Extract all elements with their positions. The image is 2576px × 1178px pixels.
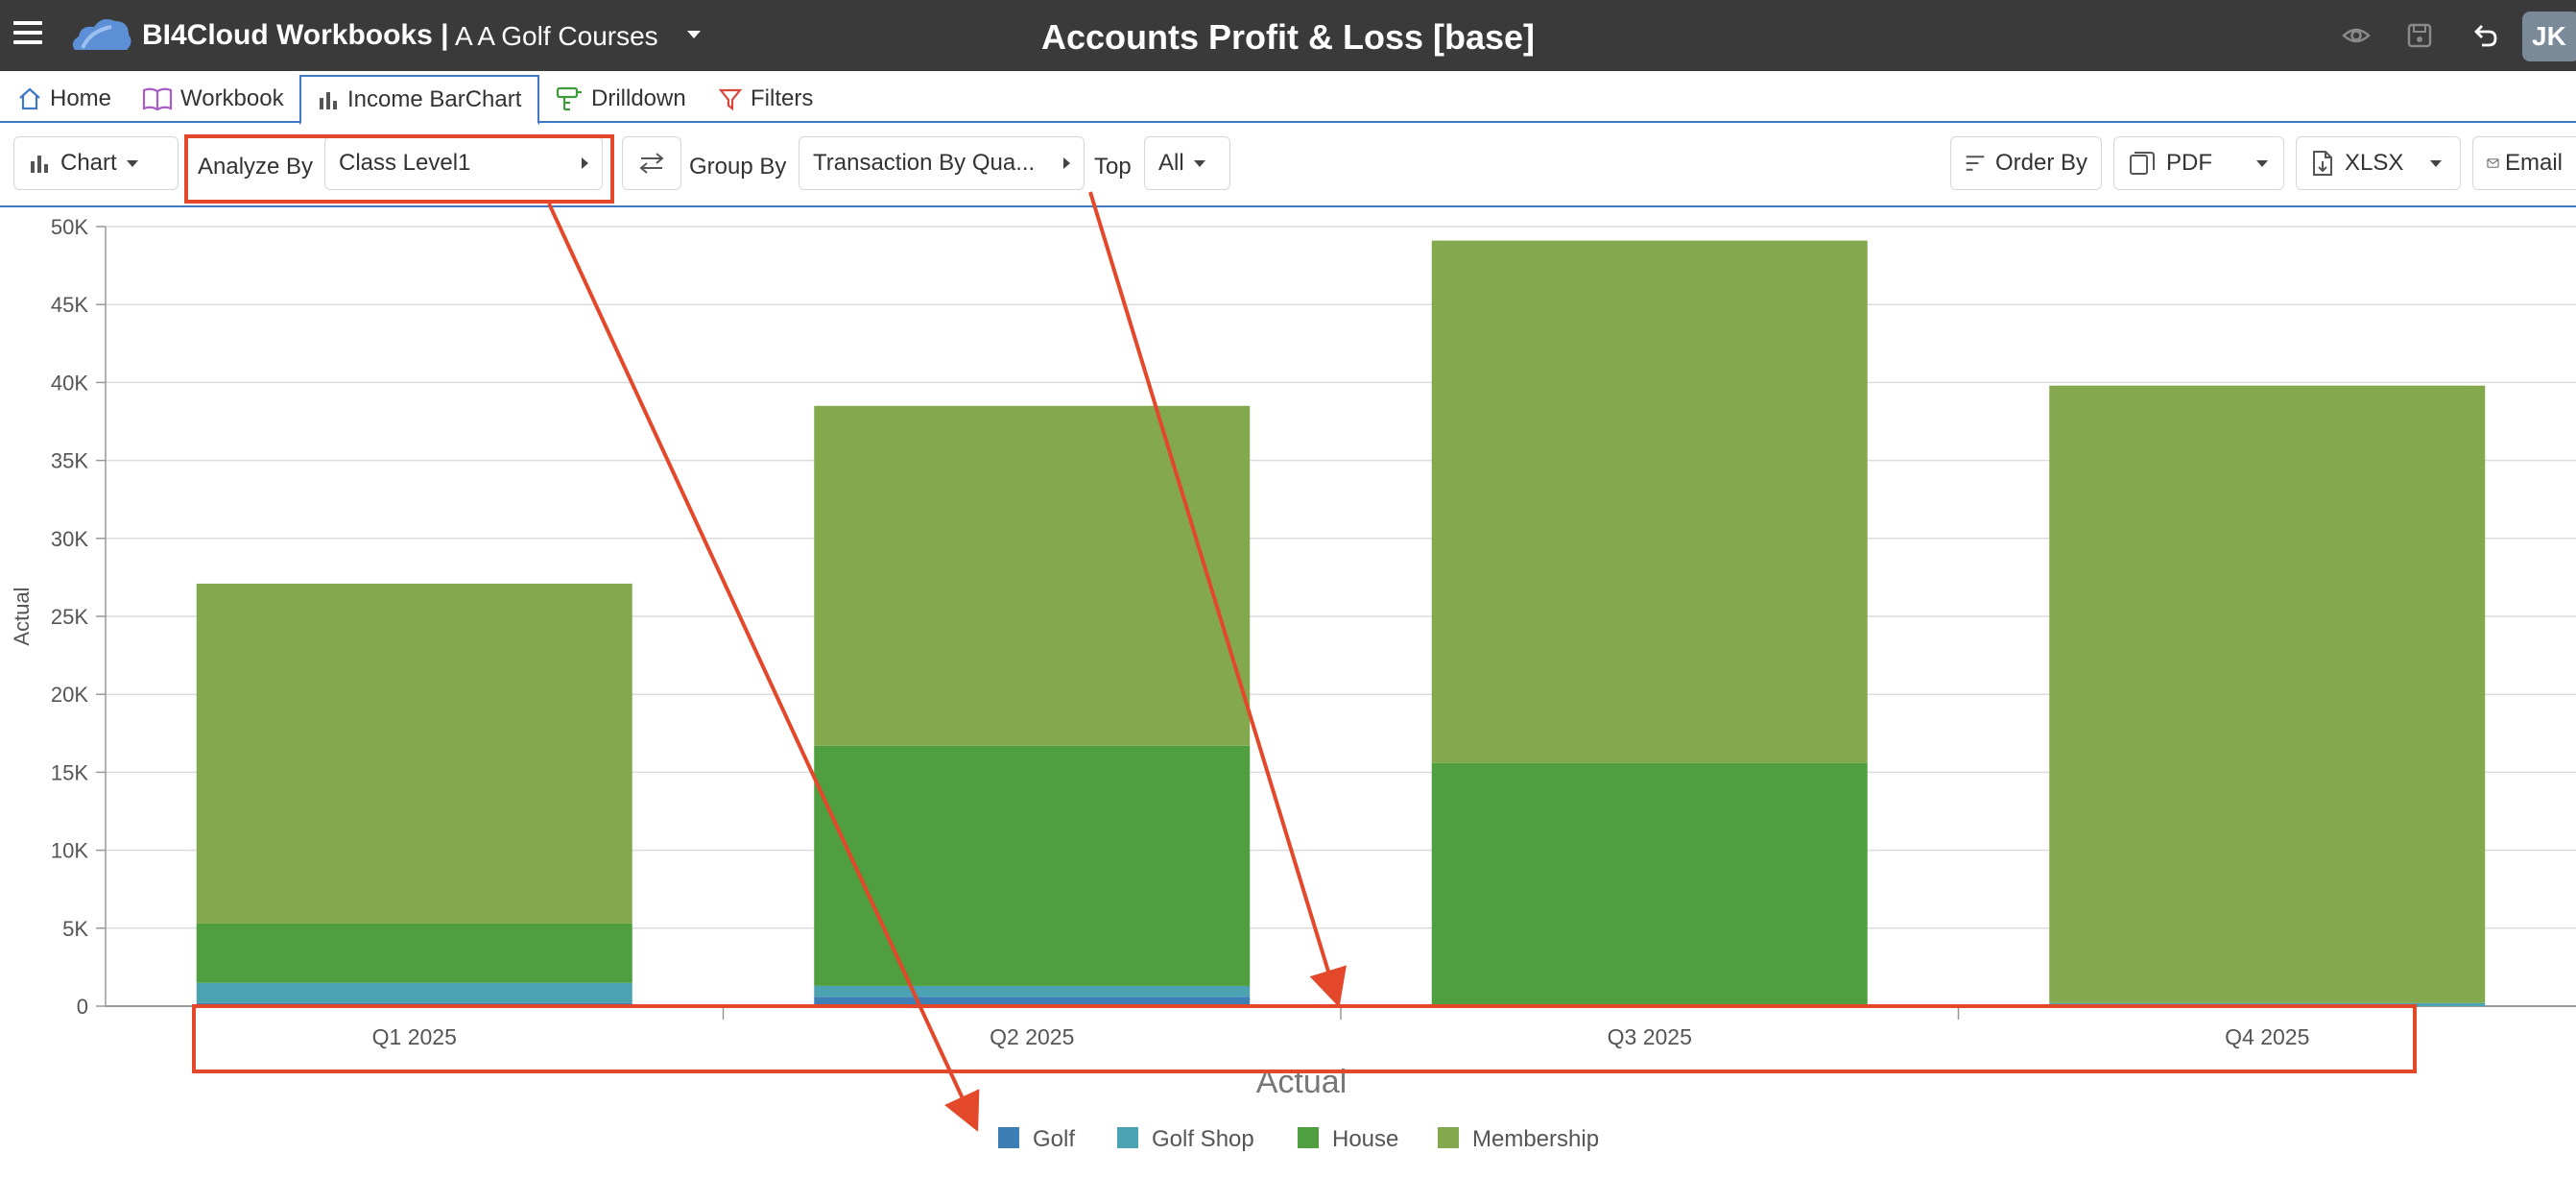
tab-label: Workbook	[180, 85, 284, 111]
email-button[interactable]: Email	[2472, 136, 2576, 190]
bar-segment-house	[196, 923, 632, 983]
user-avatar[interactable]: JK	[2522, 12, 2576, 61]
pdf-file-icon	[2130, 152, 2155, 175]
save-icon[interactable]	[2405, 21, 2434, 50]
chevron-down-icon	[2430, 159, 2443, 167]
tab-label: Drilldown	[591, 85, 686, 111]
analyze-by-label: Analyze By	[198, 154, 314, 180]
sort-lines-icon	[1966, 156, 1985, 171]
chevron-right-icon	[582, 157, 588, 169]
y-tick-label: 10K	[51, 839, 88, 863]
app-header: BI4Cloud Workbooks | A A Golf Courses Ac…	[0, 0, 2576, 71]
bar-segment-house	[1431, 762, 1868, 1006]
hamburger-menu-icon[interactable]	[13, 21, 42, 50]
legend-label: Golf Shop	[1152, 1126, 1254, 1152]
tab-label: Income BarChart	[347, 86, 522, 112]
bar-segment-golf-shop	[2049, 1002, 2486, 1006]
bar-chart-icon	[31, 156, 48, 173]
bar-segment-golf-shop	[814, 985, 1251, 998]
company-dropdown-icon[interactable]	[687, 31, 701, 38]
swap-arrows-icon	[639, 153, 664, 174]
y-tick-label: 25K	[51, 605, 88, 629]
group-by-value: Transaction By Qua...	[813, 150, 1036, 176]
x-tick-label: Q4 2025	[2225, 1024, 2309, 1049]
legend-swatch-house	[1298, 1127, 1319, 1148]
file-download-icon	[2313, 151, 2332, 176]
bar-chart-icon	[320, 92, 337, 109]
top-label: Top	[1094, 154, 1132, 180]
bar-segment-membership	[196, 583, 632, 924]
top-value: All	[1158, 150, 1184, 176]
legend-label: Membership	[1472, 1126, 1599, 1152]
drilldown-icon	[556, 86, 582, 111]
tab-workbook[interactable]: Workbook	[127, 75, 299, 123]
pdf-export-button[interactable]: PDF	[2113, 136, 2284, 190]
bar-segment-membership	[814, 405, 1251, 746]
bar-segment-membership	[1431, 240, 1868, 763]
tab-filters[interactable]: Filters	[703, 75, 847, 123]
y-tick-label: 50K	[51, 215, 88, 239]
bar-segment-house	[814, 745, 1251, 986]
tab-home[interactable]: Home	[2, 75, 127, 123]
tab-drilldown[interactable]: Drilldown	[539, 75, 703, 123]
cloud-logo-icon	[72, 19, 131, 50]
tab-label: Home	[50, 85, 112, 111]
bar-segment-membership	[2049, 385, 2486, 1003]
top-select[interactable]: All	[1144, 136, 1230, 190]
bar-segment-golf	[814, 997, 1251, 1006]
bar-segment-golf	[196, 1002, 632, 1006]
chart-toolbar: Chart Analyze By Class Level1 Group By T…	[0, 125, 2576, 207]
chevron-right-icon	[1063, 157, 1070, 169]
book-icon	[142, 87, 173, 111]
pdf-label: PDF	[2166, 150, 2212, 176]
tab-income-barchart[interactable]: Income BarChart	[299, 75, 539, 125]
x-tick-label: Q2 2025	[990, 1024, 1074, 1049]
legend-label: House	[1332, 1126, 1398, 1152]
legend-swatch-membership	[1438, 1127, 1459, 1148]
chart-type-dropdown[interactable]: Chart	[13, 136, 179, 190]
xlsx-label: XLSX	[2345, 150, 2404, 176]
y-tick-label: 35K	[51, 449, 88, 473]
income-bar-chart: 0 5K 10K 15K 20K 25K 30K 35K 40K 45K 50K Actual Q1 2…	[0, 207, 2576, 1173]
y-tick-label: 20K	[51, 683, 88, 707]
legend-label: Golf	[1033, 1126, 1075, 1152]
y-tick-label: 0	[77, 995, 88, 1019]
company-name: A A Golf Courses	[455, 21, 658, 51]
order-by-button[interactable]: Order By	[1950, 136, 2102, 190]
chart-canvas: 0 5K 10K 15K 20K 25K 30K 35K 40K 45K 50K Actual Q1 2…	[10, 215, 2576, 1152]
order-by-label: Order By	[1994, 150, 2087, 176]
chevron-down-icon	[126, 159, 138, 167]
analyze-by-select[interactable]: Class Level1	[324, 136, 603, 190]
brand-name: BI4Cloud Workbooks |	[142, 19, 449, 51]
analyze-by-value: Class Level1	[339, 150, 471, 176]
x-tick-label: Q1 2025	[372, 1024, 457, 1049]
y-tick-label: 30K	[51, 527, 88, 551]
filter-icon	[718, 88, 743, 111]
tab-label: Filters	[751, 85, 814, 111]
envelope-icon	[2487, 158, 2499, 168]
legend-swatch-golf	[998, 1127, 1019, 1148]
swap-axes-button[interactable]	[622, 136, 681, 190]
x-axis-title: Actual	[1256, 1064, 1348, 1100]
group-by-select[interactable]: Transaction By Qua...	[799, 136, 1085, 190]
undo-icon[interactable]	[2470, 21, 2499, 50]
group-by-label: Group By	[689, 154, 787, 180]
y-tick-label: 15K	[51, 760, 88, 784]
home-icon	[19, 87, 40, 110]
eye-icon[interactable]	[2342, 21, 2371, 50]
y-tick-label: 40K	[51, 371, 88, 395]
x-tick-label: Q3 2025	[1608, 1024, 1692, 1049]
tab-bar: Home Workbook Income BarChart Drilldown …	[0, 71, 2576, 125]
chevron-down-icon	[2256, 159, 2268, 167]
y-axis-title: Actual	[10, 587, 34, 645]
legend-swatch-golf-shop	[1117, 1127, 1138, 1148]
y-tick-label: 45K	[51, 293, 88, 317]
xlsx-export-button[interactable]: XLSX	[2296, 136, 2461, 190]
chevron-down-icon	[1193, 159, 1205, 167]
email-label: Email	[2504, 150, 2563, 176]
bar-segment-golf-shop	[196, 982, 632, 1003]
chart-type-label: Chart	[60, 150, 117, 176]
y-tick-label: 5K	[62, 917, 88, 941]
